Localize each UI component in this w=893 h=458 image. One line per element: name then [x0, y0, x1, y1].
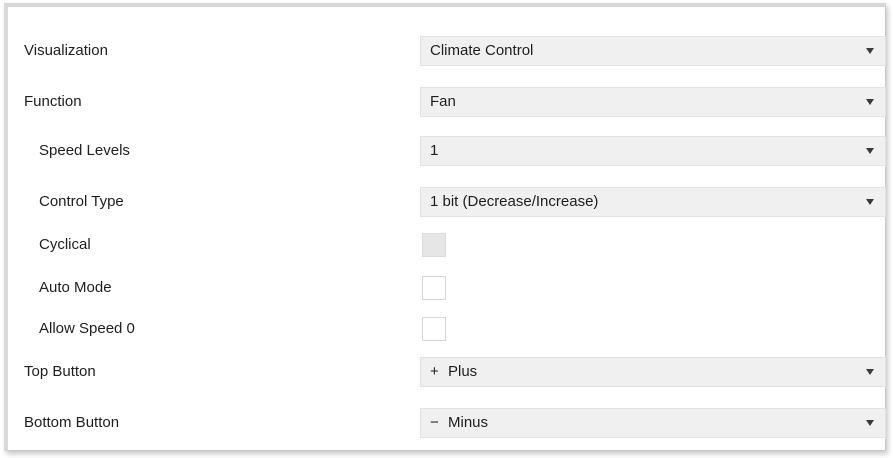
chevron-down-icon: [866, 420, 874, 426]
allow-speed-0-row: Allow Speed 0: [8, 314, 885, 344]
allow-speed-0-checkbox[interactable]: [422, 317, 446, 341]
chevron-down-icon: [866, 48, 874, 54]
minus-icon: −: [430, 414, 439, 431]
speed-levels-row: Speed Levels 1: [8, 136, 886, 166]
control-type-value: 1 bit (Decrease/Increase): [430, 193, 599, 210]
parameter-panel: Visualization Climate Control Function F…: [4, 3, 886, 451]
top-button-value-text: Plus: [448, 363, 478, 380]
bottom-button-dropdown[interactable]: − Minus: [420, 408, 886, 438]
auto-mode-label: Auto Mode: [39, 279, 112, 296]
function-label: Function: [24, 93, 82, 110]
cyclical-checkbox: [422, 233, 446, 257]
top-button-label: Top Button: [24, 363, 96, 380]
chevron-down-icon: [866, 369, 874, 375]
function-row: Function Fan: [8, 87, 886, 117]
bottom-button-row: Bottom Button − Minus: [8, 408, 886, 438]
visualization-row: Visualization Climate Control: [8, 36, 886, 66]
visualization-dropdown[interactable]: Climate Control: [420, 36, 886, 66]
auto-mode-row: Auto Mode: [8, 273, 885, 303]
function-dropdown[interactable]: Fan: [420, 87, 886, 117]
visualization-label: Visualization: [24, 42, 108, 59]
cyclical-label: Cyclical: [39, 236, 91, 253]
chevron-down-icon: [866, 148, 874, 154]
top-button-value: + Plus: [430, 358, 477, 386]
auto-mode-checkbox[interactable]: [422, 276, 446, 300]
cyclical-row: Cyclical: [8, 230, 885, 260]
control-type-label: Control Type: [39, 193, 124, 210]
speed-levels-label: Speed Levels: [39, 142, 130, 159]
top-button-dropdown[interactable]: + Plus: [420, 357, 886, 387]
control-type-row: Control Type 1 bit (Decrease/Increase): [8, 187, 886, 217]
top-button-row: Top Button + Plus: [8, 357, 886, 387]
bottom-button-label: Bottom Button: [24, 414, 120, 431]
visualization-value: Climate Control: [430, 42, 534, 59]
speed-levels-dropdown[interactable]: 1: [420, 136, 886, 166]
function-value: Fan: [430, 93, 456, 110]
plus-icon: +: [430, 363, 439, 380]
allow-speed-0-label: Allow Speed 0: [39, 320, 135, 337]
chevron-down-icon: [866, 199, 874, 205]
bottom-button-value-text: Minus: [448, 414, 489, 431]
speed-levels-value: 1: [430, 142, 439, 159]
bottom-button-value: − Minus: [430, 409, 488, 437]
chevron-down-icon: [866, 99, 874, 105]
control-type-dropdown[interactable]: 1 bit (Decrease/Increase): [420, 187, 886, 217]
